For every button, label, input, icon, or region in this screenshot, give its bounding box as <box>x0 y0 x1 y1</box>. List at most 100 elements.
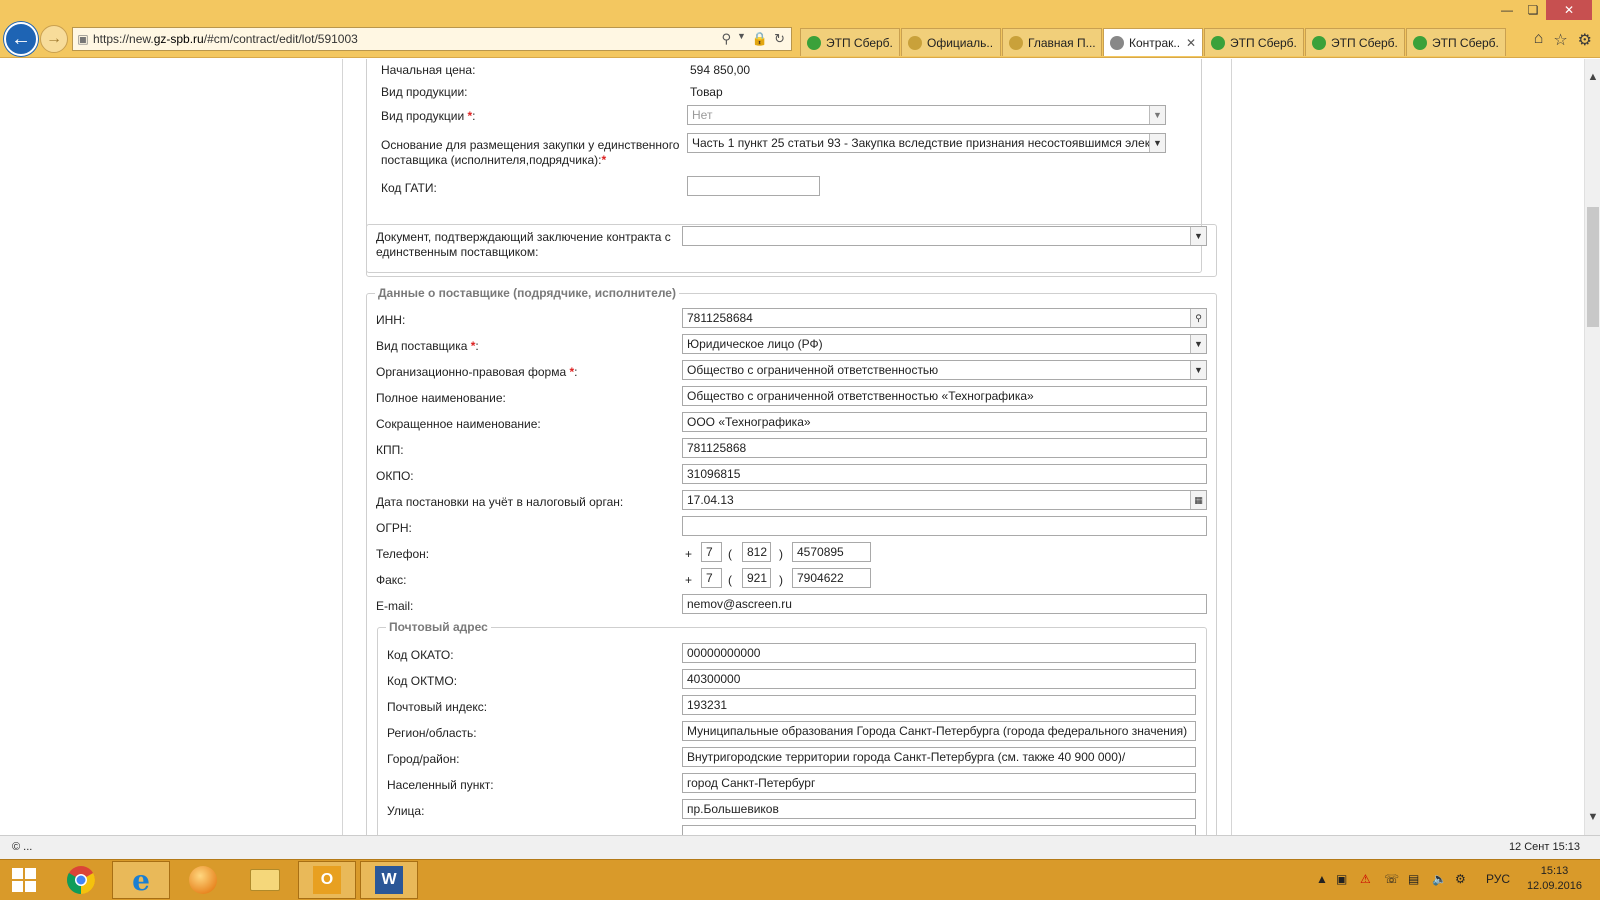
taskbar-ie[interactable]: e <box>112 861 170 899</box>
bubble-app-icon <box>189 866 217 894</box>
short-name-label: Сокращенное наименование: <box>376 417 541 431</box>
gati-input[interactable] <box>687 176 820 196</box>
sber-icon <box>1211 35 1225 50</box>
outlook-icon: O <box>313 866 341 894</box>
gear-icon[interactable]: ⚙ <box>1578 30 1592 50</box>
restore-button[interactable]: ❏ <box>1520 0 1546 20</box>
chevron-down-icon[interactable]: ▼ <box>1190 227 1206 245</box>
forward-button[interactable]: → <box>40 25 68 53</box>
phone-number-input[interactable]: 4570895 <box>792 542 871 562</box>
tab-main-page[interactable]: Главная П... <box>1002 28 1102 56</box>
tab-sber-3[interactable]: ЭТП Сберб... <box>1305 28 1405 56</box>
region-label: Регион/область: <box>387 726 477 740</box>
inn-input[interactable]: 7811258684 ⚲ <box>682 308 1207 328</box>
product-type-select[interactable]: Нет ▼ <box>687 105 1166 125</box>
chevron-down-icon[interactable]: ▼ <box>737 31 746 47</box>
vertical-scrollbar[interactable]: ▲ ▼ <box>1584 59 1600 835</box>
basis-select[interactable]: Часть 1 пункт 25 статьи 93 - Закупка всл… <box>687 133 1166 153</box>
tray-expand-icon[interactable]: ▲ <box>1316 872 1328 886</box>
postal-index-input[interactable]: 193231 <box>682 695 1196 715</box>
partial-input[interactable] <box>682 825 1196 835</box>
chevron-down-icon[interactable]: ▼ <box>1190 361 1206 379</box>
basis-label: Основание для размещения закупки у единс… <box>381 138 680 167</box>
tab-sber-4[interactable]: ЭТП Сберб... <box>1406 28 1506 56</box>
city-input[interactable]: Внутригородские территории города Санкт-… <box>682 747 1196 767</box>
chevron-down-icon[interactable]: ▼ <box>1149 106 1165 124</box>
fax-plus: + <box>685 573 693 587</box>
taskbar-outlook[interactable]: O <box>298 861 356 899</box>
clock-time: 15:13 <box>1540 865 1569 877</box>
tray-device-icon[interactable]: ▣ <box>1336 872 1347 886</box>
phone-country-input[interactable]: 7 <box>701 542 722 562</box>
taskbar-app-bubble[interactable] <box>174 861 232 899</box>
scroll-up-icon[interactable]: ▲ <box>1585 69 1600 85</box>
taskbar-chrome[interactable] <box>52 861 110 899</box>
product-type-value: Товар <box>690 85 723 99</box>
inn-label: ИНН: <box>376 313 406 327</box>
calendar-icon[interactable]: ▦ <box>1190 491 1206 509</box>
tab-sber-1[interactable]: ЭТП Сберб... <box>800 28 900 56</box>
back-button[interactable]: ← <box>4 22 38 56</box>
taskbar-word[interactable]: W <box>360 861 418 899</box>
star-icon[interactable]: ☆ <box>1553 30 1567 50</box>
ogrn-input[interactable] <box>682 516 1207 536</box>
language-indicator[interactable]: РУС <box>1486 872 1510 886</box>
postal-index-label: Почтовый индекс: <box>387 700 488 714</box>
search-icon[interactable]: ⚲ <box>1190 309 1206 327</box>
oktmo-label: Код ОКТМО: <box>387 674 458 688</box>
tray-warning-icon[interactable]: ⚠ <box>1360 872 1371 886</box>
tab-official[interactable]: Официаль... <box>901 28 1001 56</box>
phone-label: Телефон: <box>376 547 430 561</box>
system-clock[interactable]: 15:13 12.09.2016 <box>1527 864 1582 894</box>
chrome-icon <box>67 866 95 894</box>
fax-country-input[interactable]: 7 <box>701 568 722 588</box>
legal-form-select[interactable]: Общество с ограниченной ответственностью… <box>682 360 1207 380</box>
address-bar[interactable]: ▣ https://new.gz-spb.ru/#cm/contract/edi… <box>72 27 792 51</box>
okpo-input[interactable]: 31096815 <box>682 464 1207 484</box>
locality-input[interactable]: город Санкт-Петербург <box>682 773 1196 793</box>
fax-number-input[interactable]: 7904622 <box>792 568 871 588</box>
street-input[interactable]: пр.Большевиков <box>682 799 1196 819</box>
document-select[interactable] <box>682 226 1207 246</box>
tab-strip: ЭТП Сберб... Официаль... Главная П... Ко… <box>800 28 1507 56</box>
region-input[interactable]: Муниципальные образования Города Санкт-П… <box>682 721 1196 741</box>
full-name-input[interactable]: Общество с ограниченной ответственностью… <box>682 386 1207 406</box>
word-icon: W <box>375 866 403 894</box>
refresh-icon[interactable]: ↻ <box>774 31 785 47</box>
oktmo-input[interactable]: 40300000 <box>682 669 1196 689</box>
kpp-input[interactable]: 781125868 <box>682 438 1207 458</box>
start-button[interactable] <box>0 861 48 899</box>
taskbar-explorer[interactable] <box>236 861 294 899</box>
phone-close-paren: ) <box>779 547 783 561</box>
search-icon[interactable]: ⚲ <box>721 31 731 47</box>
tray-network-icon[interactable]: ▤ <box>1408 872 1419 886</box>
tab-contract[interactable]: Контрак... ✕ <box>1103 28 1203 56</box>
email-input[interactable]: nemov@ascreen.ru <box>682 594 1207 614</box>
supplier-type-select[interactable]: Юридическое лицо (РФ) ▼ <box>682 334 1207 354</box>
chevron-down-icon[interactable]: ▼ <box>1190 335 1206 353</box>
close-button[interactable]: ✕ <box>1546 0 1592 20</box>
street-label: Улица: <box>387 804 425 818</box>
short-name-input[interactable]: ООО «Технографика» <box>682 412 1207 432</box>
scroll-down-icon[interactable]: ▼ <box>1585 809 1600 825</box>
tray-phone-icon[interactable]: ☏ <box>1384 872 1399 886</box>
start-price-label: Начальная цена: <box>381 63 476 77</box>
home-icon[interactable]: ⌂ <box>1534 30 1544 50</box>
lock-icon[interactable]: 🔒 <box>752 31 768 47</box>
tray-settings-icon[interactable]: ⚙ <box>1455 872 1466 886</box>
okato-input[interactable]: 00000000000 <box>682 643 1196 663</box>
fax-code-input[interactable]: 921 <box>742 568 771 588</box>
locality-label: Населенный пункт: <box>387 778 494 792</box>
tab-sber-2[interactable]: ЭТП Сберб... <box>1204 28 1304 56</box>
kpp-label: КПП: <box>376 443 404 457</box>
tax-date-label: Дата постановки на учёт в налоговый орга… <box>376 495 624 509</box>
postal-legend: Почтовый адрес <box>386 620 491 634</box>
scrollbar-thumb[interactable] <box>1587 207 1599 327</box>
chevron-down-icon[interactable]: ▼ <box>1149 134 1165 152</box>
minimize-button[interactable]: — <box>1494 0 1520 20</box>
phone-code-input[interactable]: 812 <box>742 542 771 562</box>
tray-volume-icon[interactable]: 🔈 <box>1432 872 1447 886</box>
url-text[interactable]: https://new.gz-spb.ru/#cm/contract/edit/… <box>93 32 715 46</box>
tax-date-input[interactable]: 17.04.13 ▦ <box>682 490 1207 510</box>
close-tab-icon[interactable]: ✕ <box>1186 36 1196 50</box>
